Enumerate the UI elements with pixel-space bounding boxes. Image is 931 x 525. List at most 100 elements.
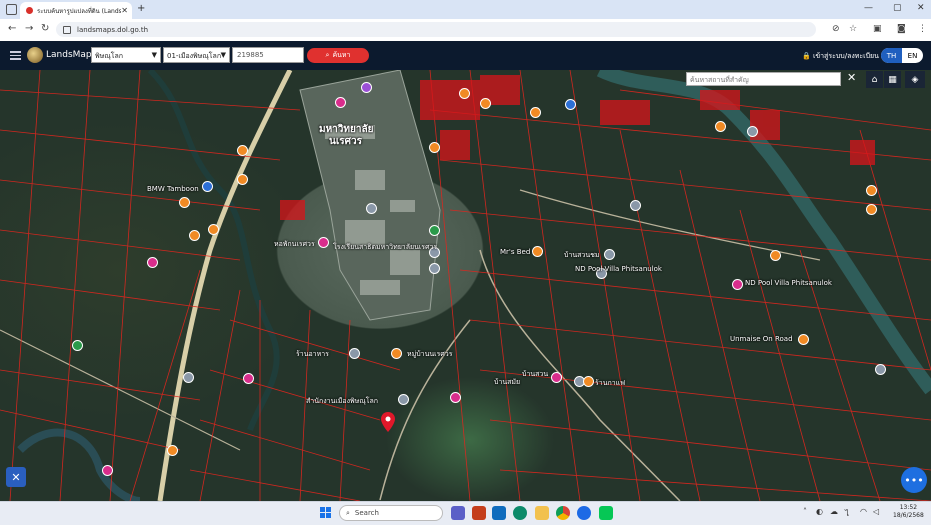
browser-tab[interactable]: ระบบค้นหารูปแปลงที่ดิน (LandsMaps) ✕ [20,2,132,19]
poi-marker[interactable] [798,334,809,345]
poi-marker[interactable] [208,224,219,235]
poi-marker[interactable] [551,372,562,383]
poi-marker[interactable] [183,372,194,383]
chevron-up-icon[interactable]: ˄ [803,507,807,516]
poi-marker[interactable] [480,98,491,109]
tools-icon[interactable]: ✕ [6,467,26,487]
parcel-location-pin-icon[interactable] [381,412,395,432]
lang-en[interactable]: EN [902,48,923,63]
province-select[interactable]: พิษณุโลก ▼ [91,47,161,63]
language-indicator-icon[interactable]: ไ [845,507,849,520]
file-explorer-icon[interactable] [535,506,549,520]
map-view[interactable]: มหาวิทยาลัย นเรศวร BMW Tamboon หอพักนเรศ… [0,70,931,501]
poi-marker[interactable] [565,99,576,110]
poi-marker[interactable] [167,445,178,456]
clock-date: 18/6/2568 [893,512,924,519]
poi-marker[interactable] [866,185,877,196]
map-label: หอพักนเรศวร [274,240,315,248]
home-icon[interactable]: ⌂ [866,71,883,88]
poi-marker[interactable] [237,145,248,156]
browser-menu-icon[interactable]: ⋮ [918,24,927,34]
minimize-button[interactable]: — [864,3,873,13]
poi-marker[interactable] [732,279,743,290]
layers-icon[interactable]: ◈ [905,71,925,88]
poi-marker[interactable] [429,142,440,153]
poi-marker[interactable] [72,340,83,351]
poi-marker[interactable] [398,394,409,405]
teams-icon[interactable] [451,506,465,520]
site-info-icon[interactable] [63,25,71,34]
login-label: เข้าสู่ระบบ/ลงทะเบียน [812,52,879,60]
poi-marker[interactable] [770,250,781,261]
poi-marker[interactable] [866,204,877,215]
extensions-icon[interactable]: ▣ [873,24,882,34]
language-toggle[interactable]: TH EN [881,48,923,63]
poi-marker[interactable] [450,392,461,403]
district-select[interactable]: 01-เมืองพิษณุโลก ▼ [163,47,230,63]
url-bar[interactable]: landsmaps.dol.go.th [56,22,816,37]
forward-icon[interactable]: → [25,23,33,34]
poi-marker[interactable] [715,121,726,132]
profile-icon[interactable]: ◙ [897,24,906,34]
clock-time: 13:52 [899,504,918,511]
poi-marker[interactable] [243,373,254,384]
menu-icon[interactable] [10,51,21,60]
app-icon[interactable] [577,506,591,520]
url-text[interactable]: landsmaps.dol.go.th [77,26,148,34]
poi-marker[interactable] [102,465,113,476]
more-options-icon[interactable]: ••• [901,467,927,493]
clear-search-icon[interactable]: ✕ [847,71,856,84]
map-label: Mr's Bed [500,248,531,256]
poi-marker[interactable] [318,237,329,248]
chrome-icon[interactable] [556,506,570,520]
new-tab-button[interactable]: + [137,3,145,14]
chevron-down-icon: ▼ [151,51,157,59]
tab-close-icon[interactable]: ✕ [121,6,128,15]
parcel-number-input[interactable]: 219885 [232,47,304,63]
maximize-button[interactable]: ▢ [893,3,902,13]
poi-marker[interactable] [429,263,440,274]
lang-th[interactable]: TH [881,48,902,63]
back-icon[interactable]: ← [8,23,16,34]
close-window-button[interactable]: ✕ [917,3,925,13]
wifi-icon[interactable]: ◠ [860,507,867,516]
search-button[interactable]: ⌕ ค้นหา [307,48,369,63]
poi-marker[interactable] [747,126,758,137]
poi-marker[interactable] [530,107,541,118]
office-icon[interactable] [472,506,486,520]
login-link[interactable]: 🔒 เข้าสู่ระบบ/ลงทะเบียน [802,51,879,62]
poi-marker[interactable] [604,249,615,260]
edge-icon[interactable] [513,506,527,520]
poi-marker[interactable] [179,197,190,208]
windows-start-icon[interactable] [320,507,332,519]
poi-marker[interactable] [630,200,641,211]
volume-icon[interactable]: ◁ [873,507,879,516]
poi-marker[interactable] [237,174,248,185]
taskbar-search[interactable]: ⌕ Search [339,505,443,521]
poi-marker[interactable] [583,376,594,387]
clock[interactable]: 13:52 18/6/2568 [893,504,924,520]
cloud-icon[interactable]: ☁ [830,507,838,516]
poi-marker[interactable] [366,203,377,214]
poi-marker[interactable] [429,225,440,236]
place-search-input[interactable]: ค้นหาสถานที่สำคัญ [686,72,841,86]
grid-icon[interactable]: ▦ [884,71,901,88]
poi-marker[interactable] [459,88,470,99]
poi-marker[interactable] [391,348,402,359]
reload-icon[interactable]: ↻ [41,23,49,34]
bookmark-star-icon[interactable]: ☆ [849,24,857,34]
poi-marker[interactable] [361,82,372,93]
tray-app-icon[interactable]: ◐ [816,507,823,516]
poi-marker[interactable] [189,230,200,241]
poi-marker[interactable] [875,364,886,375]
dol-logo [27,47,43,63]
translate-icon[interactable]: ⊘ [832,24,840,34]
line-icon[interactable] [599,506,613,520]
poi-marker[interactable] [532,246,543,257]
outlook-icon[interactable] [492,506,506,520]
poi-marker[interactable] [335,97,346,108]
poi-marker[interactable] [349,348,360,359]
poi-marker[interactable] [147,257,158,268]
poi-marker[interactable] [202,181,213,192]
tab-actions-icon[interactable] [6,4,17,15]
